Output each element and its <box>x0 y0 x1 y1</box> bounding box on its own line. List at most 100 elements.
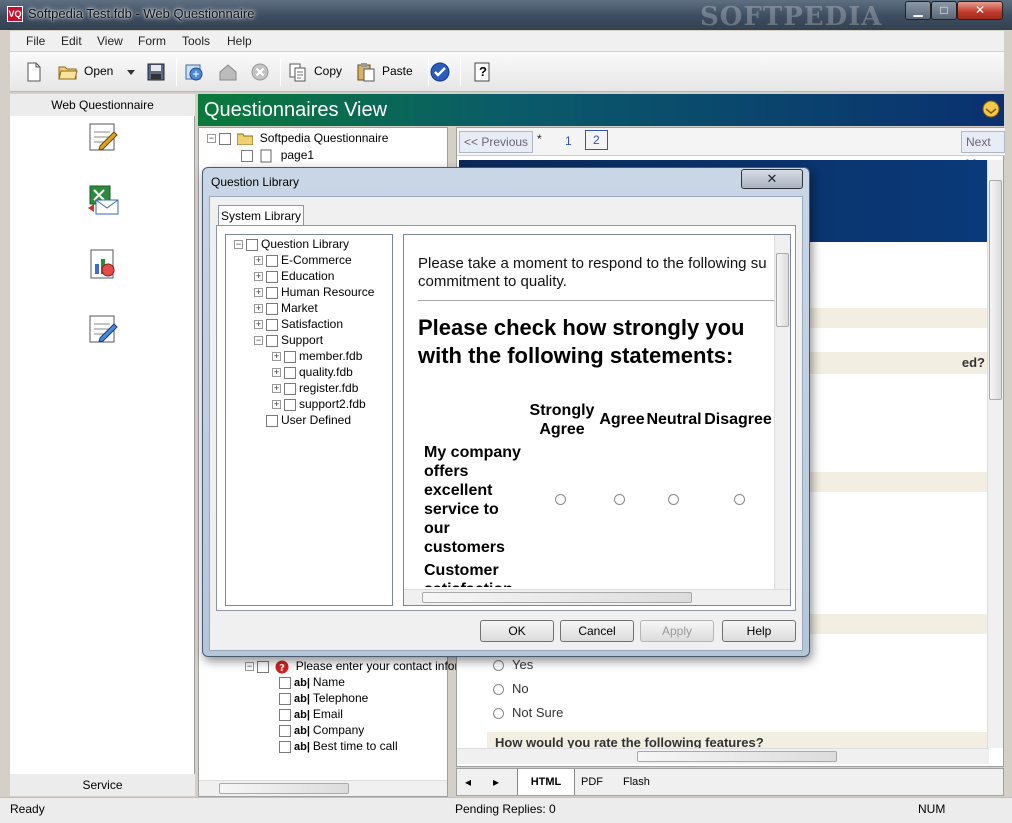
library-horizontal-scrollbar[interactable] <box>404 589 790 605</box>
option-yes[interactable]: Yes <box>493 657 533 672</box>
copy-button[interactable]: Copy <box>288 60 352 84</box>
tree-field[interactable]: ab| Name <box>279 675 345 689</box>
category-human-resource[interactable]: + Human Resource <box>254 285 374 299</box>
handshake-icon[interactable] <box>982 100 1000 118</box>
radio-strongly-agree[interactable] <box>555 494 566 505</box>
expand-icon[interactable]: + <box>272 368 281 378</box>
tree-question[interactable]: − ? Please enter your contact inform <box>245 659 468 674</box>
expand-icon[interactable]: + <box>254 272 263 282</box>
design-form-icon[interactable] <box>86 312 120 346</box>
tab-flash[interactable]: Flash <box>623 776 650 788</box>
expand-icon[interactable]: + <box>254 288 263 298</box>
scroll-thumb[interactable] <box>989 180 1002 400</box>
tree-checkbox[interactable] <box>266 254 278 267</box>
page-link-2[interactable]: 2 <box>585 130 608 150</box>
category-user-defined[interactable]: User Defined <box>266 413 351 427</box>
check-button[interactable] <box>430 60 454 84</box>
help-button[interactable]: ? <box>472 60 494 84</box>
scroll-thumb[interactable] <box>422 592 692 603</box>
report-chart-icon[interactable] <box>86 248 120 282</box>
expand-icon[interactable]: + <box>254 256 263 266</box>
radio-button[interactable] <box>493 684 504 696</box>
expand-icon[interactable]: + <box>272 384 281 394</box>
tree-field[interactable]: ab| Best time to call <box>279 739 398 753</box>
tab-pdf[interactable]: PDF <box>581 776 603 788</box>
tab-html[interactable]: HTML <box>517 769 575 795</box>
menu-form[interactable]: Form <box>138 34 166 48</box>
tree-checkbox[interactable] <box>266 270 278 283</box>
expand-icon[interactable]: + <box>272 352 281 362</box>
menu-view[interactable]: View <box>97 34 123 48</box>
radio-button[interactable] <box>493 708 504 720</box>
tree-checkbox[interactable] <box>219 132 231 145</box>
cancel-button[interactable]: Cancel <box>560 620 634 642</box>
tree-checkbox[interactable] <box>279 708 291 721</box>
open-button[interactable]: Open <box>58 60 118 84</box>
tree-checkbox[interactable] <box>279 692 291 705</box>
category-support[interactable]: − Support <box>254 333 323 347</box>
library-root[interactable]: − Question Library <box>234 237 349 251</box>
scroll-thumb[interactable] <box>637 751 837 762</box>
menu-tools[interactable]: Tools <box>182 34 210 48</box>
tree-page[interactable]: page1 <box>241 148 314 163</box>
tree-checkbox[interactable] <box>266 318 278 331</box>
category-satisfaction[interactable]: + Satisfaction <box>254 317 343 331</box>
tree-checkbox[interactable] <box>266 334 278 347</box>
dialog-close-button[interactable]: ✕ <box>741 169 803 189</box>
page-link-star[interactable]: * <box>537 132 542 146</box>
stop-button[interactable] <box>250 60 272 84</box>
tree-checkbox[interactable] <box>266 302 278 315</box>
maximize-button[interactable]: □ <box>931 1 957 20</box>
tree-checkbox[interactable] <box>279 676 291 689</box>
menu-file[interactable]: File <box>26 34 45 48</box>
preview-horizontal-scrollbar[interactable] <box>457 748 989 764</box>
preview-vertical-scrollbar[interactable] <box>987 160 1003 748</box>
option-no[interactable]: No <box>493 681 529 696</box>
tree-field[interactable]: ab| Telephone <box>279 691 368 705</box>
option-not-sure[interactable]: Not Sure <box>493 705 563 720</box>
ok-button[interactable]: OK <box>480 620 554 642</box>
service-button[interactable]: Service <box>10 774 195 796</box>
tree-checkbox[interactable] <box>284 366 296 379</box>
expand-icon[interactable]: + <box>254 320 263 330</box>
email-excel-icon[interactable] <box>86 184 120 218</box>
tree-root[interactable]: − Softpedia Questionnaire <box>207 131 388 146</box>
collapse-icon[interactable]: − <box>207 134 216 144</box>
file-member[interactable]: + member.fdb <box>272 349 362 363</box>
library-vertical-scrollbar[interactable] <box>774 235 790 589</box>
file-support2[interactable]: + support2.fdb <box>272 397 366 411</box>
tab-system-library[interactable]: System Library <box>218 205 304 226</box>
collapse-icon[interactable]: − <box>245 662 254 672</box>
collapse-icon[interactable]: − <box>254 336 263 346</box>
tree-checkbox[interactable] <box>284 382 296 395</box>
tree-field[interactable]: ab| Email <box>279 707 343 721</box>
apply-button[interactable]: Apply <box>640 620 714 642</box>
category-ecommerce[interactable]: + E-Commerce <box>254 253 352 267</box>
tree-field[interactable]: ab| Company <box>279 723 364 737</box>
tree-horizontal-scrollbar[interactable] <box>199 780 447 796</box>
next-button[interactable]: Next >> <box>961 131 1005 169</box>
tab-scroll-right[interactable]: ▸ <box>493 775 499 789</box>
menu-edit[interactable]: Edit <box>61 34 82 48</box>
collapse-icon[interactable]: − <box>234 240 243 250</box>
tree-checkbox[interactable] <box>279 724 291 737</box>
tree-checkbox[interactable] <box>284 350 296 363</box>
close-button[interactable]: ✕ <box>957 1 1003 20</box>
tree-checkbox[interactable] <box>241 149 253 162</box>
edit-form-icon[interactable] <box>86 120 120 154</box>
page-link-1[interactable]: 1 <box>565 134 572 148</box>
scroll-thumb[interactable] <box>219 783 349 794</box>
save-button[interactable] <box>146 60 168 84</box>
file-register[interactable]: + register.fdb <box>272 381 358 395</box>
scroll-thumb[interactable] <box>776 253 789 327</box>
publish-button[interactable] <box>184 60 206 84</box>
tree-checkbox[interactable] <box>246 238 258 251</box>
new-button[interactable] <box>24 60 46 84</box>
expand-icon[interactable]: + <box>254 304 263 314</box>
tree-checkbox[interactable] <box>266 286 278 299</box>
previous-button[interactable]: << Previous <box>459 131 534 153</box>
radio-neutral[interactable] <box>668 494 679 505</box>
category-education[interactable]: + Education <box>254 269 334 283</box>
radio-disagree[interactable] <box>734 494 745 505</box>
paste-button[interactable]: Paste <box>356 60 420 84</box>
